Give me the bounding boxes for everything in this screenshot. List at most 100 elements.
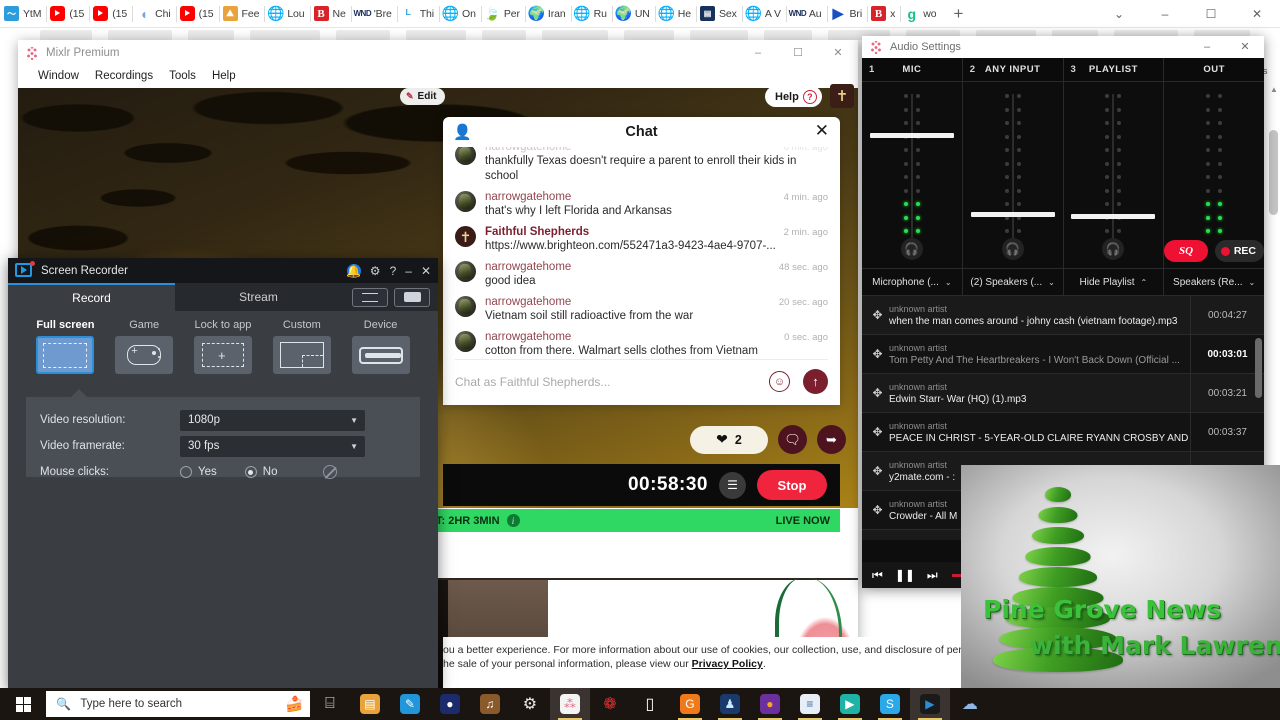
chat-username[interactable]: narrowgatehome [485,331,571,343]
bell-icon[interactable]: 🔔 [346,263,361,278]
browser-tab-2[interactable]: (15 [89,1,132,27]
browser-tab-6[interactable]: 🌐 Lou [264,1,309,27]
minimize-button[interactable]: – [1142,0,1188,28]
mixer-select-3[interactable]: Speakers (Re... ⌄ [1164,269,1264,295]
drag-handle-icon[interactable]: ✥ [870,386,885,400]
browser-tab-14[interactable]: 🌍 UN [611,1,655,27]
prev-icon[interactable]: ⏮ [872,568,883,583]
taskbar-weather[interactable]: ☁ [950,688,990,720]
next-icon[interactable]: ⏭ [927,568,938,583]
minimize-icon[interactable]: – [405,264,412,278]
chat-input-row[interactable]: Chat as Faithful Shepherds... ☺ ↑ [443,360,840,404]
browser-tab-20[interactable]: Bx [867,1,900,27]
browser-tab-13[interactable]: 🌐 Ru [570,1,612,27]
playlist-track-row[interactable]: ✥ unknown artist PEACE IN CHRIST - 5-YEAR-… [862,412,1264,452]
taskbar-player[interactable]: ▶ [830,688,870,720]
sound-quality-button[interactable]: SQ [1164,240,1208,262]
privacy-policy-link[interactable]: Privacy Policy [692,658,763,670]
mixer-fader-2[interactable]: 🎧 [1064,82,1165,268]
scrollbar-thumb[interactable] [1269,130,1278,215]
mixlr-minimize-button[interactable]: – [738,40,778,66]
video-framerate-select[interactable]: 30 fps ▼ [180,435,365,457]
chat-username[interactable]: narrowgatehome [485,296,571,308]
close-button[interactable]: ✕ [1234,0,1280,28]
taskbar-red-app[interactable]: ❁ [590,688,630,720]
audio-minimize-button[interactable]: – [1188,36,1226,58]
browser-tab-1[interactable]: (15 [46,1,89,27]
browser-tab-17[interactable]: 🌐 A V [741,1,786,27]
emoji-icon[interactable]: ☺ [769,371,790,392]
headphone-monitor-icon[interactable]: 🎧 [1102,238,1125,260]
people-icon[interactable]: 👤 [453,123,472,141]
headphone-monitor-icon[interactable]: 🎧 [900,238,923,260]
heart-reaction-button[interactable]: ❤ 2 [690,425,768,454]
mode-device[interactable]: Device [341,319,420,389]
chat-username[interactable]: narrowgatehome [485,191,571,203]
playlist-track-row[interactable]: ✥ unknown artist Edwin Starr- War (HQ) (1)… [862,373,1264,413]
mode-full-screen[interactable]: Full screen [26,319,105,389]
taskbar-document[interactable]: ▯ [630,688,670,720]
taskbar-file-explorer[interactable]: ▤ [350,688,390,720]
fader-handle[interactable] [1071,214,1156,220]
mixer-select-1[interactable]: (2) Speakers (... ⌄ [963,269,1064,295]
taskbar-paint[interactable]: ✎ [390,688,430,720]
browser-tab-15[interactable]: 🌐 He [654,1,696,27]
drag-handle-icon[interactable]: ✥ [870,464,885,478]
menu-tools[interactable]: Tools [169,70,196,82]
page-scrollbar[interactable]: ▲ [1269,85,1278,275]
playlist-scrollbar-thumb[interactable] [1255,338,1262,398]
browser-tab-19[interactable]: ▶ Bri [826,1,868,27]
scroll-up-icon[interactable]: ▲ [1270,85,1278,94]
taskbar-app-orange[interactable]: ● [430,688,470,720]
browser-tab-4[interactable]: (15 [175,1,219,27]
drag-handle-icon[interactable]: ✥ [870,308,885,322]
maximize-button[interactable]: ☐ [1188,0,1234,28]
no-cursor-icon[interactable] [323,465,338,479]
menu-window[interactable]: Window [38,70,79,82]
chat-close-icon[interactable]: ✕ [815,121,829,141]
menu-recordings[interactable]: Recordings [95,70,153,82]
browser-tab-8[interactable]: WND 'Bre [350,1,397,27]
fader-handle[interactable] [869,133,954,139]
audio-close-button[interactable]: ✕ [1226,36,1264,58]
playlist-track-row[interactable]: ✥ unknown artist Tom Petty And The Heartbr… [862,334,1264,374]
mixlr-maximize-button[interactable]: ☐ [778,40,818,66]
taskbar-reader[interactable]: ♟ [710,688,750,720]
mixer-fader-0[interactable]: 🎧 [862,82,963,268]
browser-tab-0[interactable]: 〜 YtM [0,1,46,27]
video-resolution-select[interactable]: 1080p ▼ [180,409,365,431]
mouse-clicks-no[interactable]: No [244,466,277,478]
playlist-track-row[interactable]: ✥ unknown artist when the man comes around… [862,296,1264,335]
taskbar-skype[interactable]: S [870,688,910,720]
info-icon[interactable]: i [506,514,520,527]
browser-tab-9[interactable]: ᴸ Thi [396,1,439,27]
browser-tab-7[interactable]: B Ne [309,1,351,27]
mouse-clicks-yes[interactable]: Yes [180,466,217,478]
drag-handle-icon[interactable]: ✥ [870,347,885,361]
new-tab-button[interactable]: + [941,4,975,24]
taskbar-avast[interactable]: ● [750,688,790,720]
tab-stream[interactable]: Stream [175,283,342,311]
pause-icon[interactable]: ❚❚ [895,568,915,582]
taskbar-notepad[interactable]: ≡ [790,688,830,720]
taskbar-screen-recorder[interactable]: ▶ [909,688,950,720]
mode-game[interactable]: Game [105,319,184,389]
broadcaster-avatar[interactable]: ✝ [830,84,854,108]
windowed-view-button[interactable] [394,287,430,307]
chat-username[interactable]: narrowgatehome [485,147,571,153]
taskbar-settings[interactable]: ⚙ [510,688,550,720]
drag-handle-icon[interactable]: ✥ [870,503,885,517]
mixer-fader-1[interactable]: 🎧 [963,82,1064,268]
browser-tab-12[interactable]: 🌍 Iran [524,1,571,27]
chat-message-list[interactable]: narrowgatehome 6 min. ago thankfully Texas… [443,147,840,359]
mixer-select-0[interactable]: Microphone (... ⌄ [862,269,963,295]
help-icon[interactable]: ? [390,264,397,278]
chat-toggle-button[interactable]: 🗨 [778,425,807,454]
edit-broadcast-button[interactable]: ✎ Edit [400,88,446,105]
taskbar-mixlr[interactable]: ⁂ [549,688,590,720]
equalizer-icon[interactable]: ☰ [719,471,746,499]
mixer-select-2[interactable]: Hide Playlist ⌃ [1064,269,1165,295]
browser-tab-10[interactable]: 🌐 On [439,1,481,27]
taskbar-gamesapp[interactable]: G [670,688,710,720]
browser-tab-3[interactable]: ◖ Chi [132,1,175,27]
